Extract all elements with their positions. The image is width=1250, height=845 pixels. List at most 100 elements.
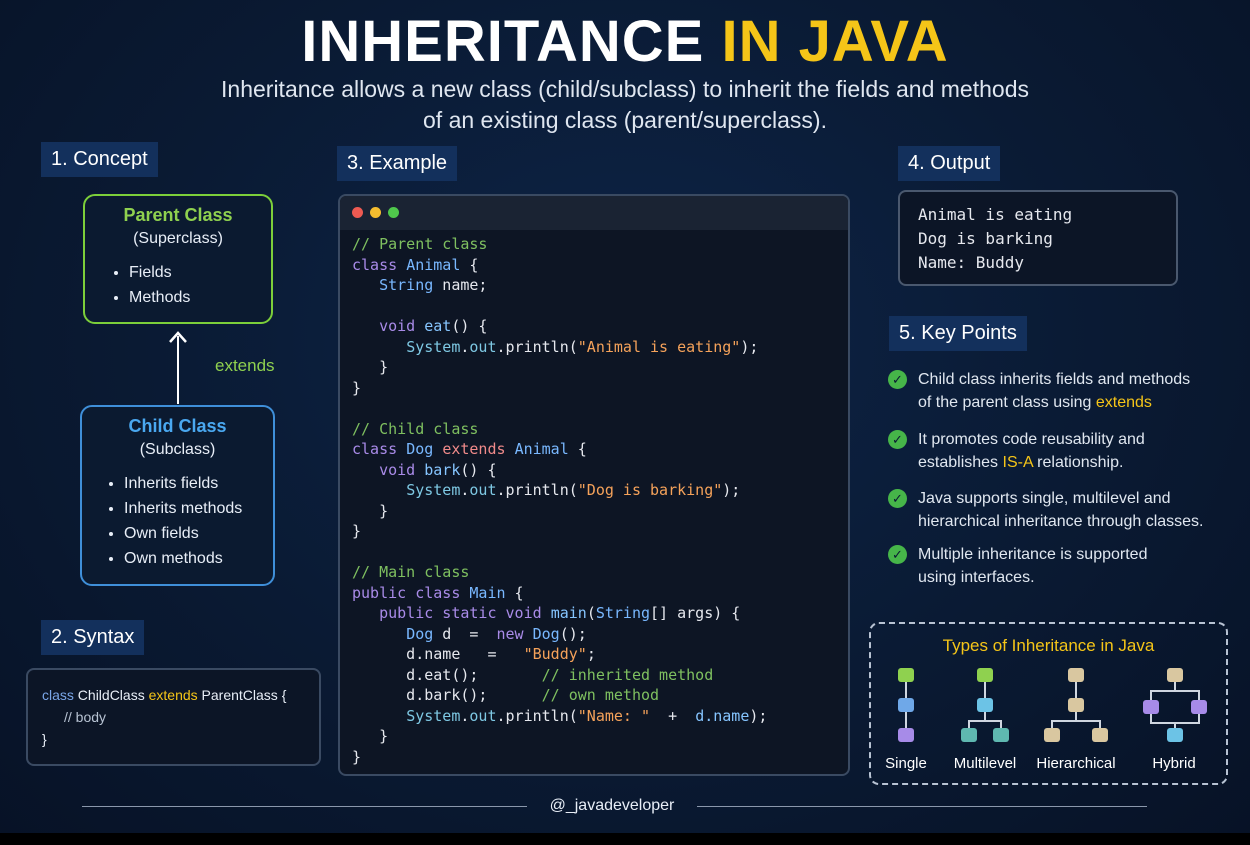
child-class-title: Child Class [128,416,227,436]
parent-class-item: Fields [129,260,271,285]
syntax-close-brace: } [42,731,47,747]
maximize-dot-icon [388,207,399,218]
output-section-label: 4. Output [898,146,1001,181]
example-section-label: 3. Example [337,146,458,181]
class-node-icon [977,698,993,712]
connector-line [1198,714,1200,722]
connector-line [1150,690,1152,700]
hybrid-inheritance-diagram [1140,666,1210,746]
class-node-icon [898,668,914,682]
output-line: Dog is barking [918,229,1053,248]
child-class-subtitle: (Subclass) [139,441,216,458]
title-main: INHERITANCE [301,9,705,74]
check-icon: ✓ [888,430,907,449]
class-node-icon [1092,728,1108,742]
multilevel-inheritance-diagram [960,666,1010,746]
connector-line [1075,682,1077,698]
concept-section-label: 1. Concept [41,142,158,177]
parent-class-box: Parent Class (Superclass) Fields Methods [83,194,273,324]
parent-class-subtitle: (Superclass) [133,230,223,247]
class-node-icon [898,698,914,712]
subtitle-line-1: Inheritance allows a new class (child/su… [221,76,1029,102]
connector-line [1000,720,1002,728]
child-class-item: Own fields [124,521,273,546]
key-point-line: Child class inherits fields and methods [918,371,1191,388]
code-window: // Parent class class Animal { String na… [338,194,850,776]
output-console: Animal is eating Dog is barking Name: Bu… [898,190,1178,286]
title-accent: IN JAVA [721,9,949,74]
child-class-item: Own methods [124,546,273,571]
type-label-multilevel: Multilevel [953,755,1017,772]
syntax-body-comment: // body [64,709,107,725]
extends-label: extends [215,356,275,375]
class-node-icon [977,668,993,682]
parent-class-title: Parent Class [123,205,233,225]
key-points-section-label: 5. Key Points [889,316,1027,351]
child-class-box: Child Class (Subclass) Inherits fields I… [80,405,275,586]
class-node-icon [1068,668,1084,682]
connector-line [968,720,1002,722]
extends-arrow-icon [169,331,187,404]
page-subtitle: Inheritance allows a new class (child/su… [150,74,1100,136]
connector-line [1150,690,1200,692]
check-icon: ✓ [888,370,907,389]
class-node-icon [1191,700,1207,714]
connector-line [968,720,970,728]
class-node-icon [1044,728,1060,742]
child-class-item: Inherits fields [124,471,273,496]
close-dot-icon [352,207,363,218]
check-icon: ✓ [888,545,907,564]
footer-handle: @_javadeveloper [549,797,675,814]
class-node-icon [898,728,914,742]
output-line: Name: Buddy [918,253,1024,272]
key-point-item: ✓ Child class inherits fields and method… [888,368,1238,416]
code-window-titlebar [340,196,848,230]
minimize-dot-icon [370,207,381,218]
connector-line [1198,690,1200,700]
syntax-class-keyword: class [42,687,74,703]
key-point-item: ✓ Multiple inheritance is supported usin… [888,543,1238,591]
key-point-line: It promotes code reusability and [918,431,1145,448]
connector-line [1051,720,1053,728]
key-point-line: Java supports single, multilevel and [918,490,1171,507]
connector-line [1051,720,1101,722]
key-point-item: ✓ Java supports single, multilevel and h… [888,487,1238,535]
key-point-line: using interfaces. [918,569,1035,586]
syntax-section-label: 2. Syntax [41,620,145,655]
connector-line [984,712,986,720]
inheritance-types-title: Types of Inheritance in Java [942,636,1155,655]
footer-divider [82,806,527,807]
connector-line [1150,714,1152,722]
subtitle-line-2: of an existing class (parent/superclass)… [423,107,827,133]
key-point-line: hierarchical inheritance through classes… [918,513,1204,530]
connector-line [1075,712,1077,720]
single-inheritance-diagram [890,666,922,746]
connector-line [984,682,986,698]
key-point-item: ✓ It promotes code reusability and estab… [888,428,1238,476]
class-node-icon [993,728,1009,742]
parent-class-list: Fields Methods [85,260,271,310]
key-point-line: establishes [918,454,1003,471]
output-line: Animal is eating [918,205,1073,224]
hierarchical-inheritance-diagram [1040,666,1112,746]
key-point-highlight: extends [1095,394,1152,411]
connector-line [905,712,907,728]
child-class-item: Inherits methods [124,496,273,521]
syntax-parent-name: ParentClass { [201,687,287,703]
page-title: INHERITANCE IN JAVA [0,8,1250,75]
type-label-hybrid: Hybrid [1152,755,1196,772]
footer-divider [697,806,1147,807]
key-point-highlight: IS-A [1002,454,1033,471]
check-icon: ✓ [888,489,907,508]
class-node-icon [1143,700,1159,714]
class-node-icon [1167,668,1183,682]
bottom-bar [0,833,1250,845]
child-class-list: Inherits fields Inherits methods Own fie… [82,471,273,571]
class-node-icon [1167,728,1183,742]
connector-line [905,682,907,698]
key-point-line: relationship. [1032,454,1124,471]
parent-class-item: Methods [129,285,271,310]
syntax-child-name: ChildClass [77,687,145,703]
code-listing: // Parent class class Animal { String na… [352,235,768,766]
syntax-code-box: class ChildClass extends ParentClass { /… [26,668,321,766]
